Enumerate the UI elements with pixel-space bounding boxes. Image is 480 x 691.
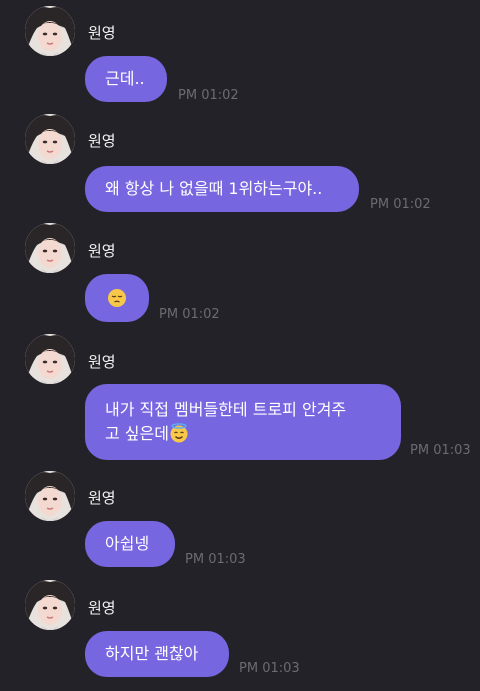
- sender-name: 원영: [88, 489, 116, 507]
- avatar[interactable]: [25, 223, 75, 273]
- message-bubble[interactable]: [85, 274, 149, 322]
- message-time: PM 01:02: [159, 307, 220, 322]
- message-text: 하지만 괜찮아: [105, 644, 199, 663]
- avatar[interactable]: [25, 6, 75, 56]
- pensive-face-icon: [108, 289, 126, 307]
- sender-name: 원영: [88, 242, 116, 260]
- message-text: 근데..: [105, 69, 145, 88]
- message-text: 내가 직접 멤버들한테 트로피 안겨주 고 싶은데: [105, 400, 347, 443]
- sender-name: 원영: [88, 24, 116, 42]
- message-bubble[interactable]: 내가 직접 멤버들한테 트로피 안겨주 고 싶은데: [85, 384, 401, 460]
- message-time: PM 01:03: [239, 661, 300, 676]
- avatar[interactable]: [25, 580, 75, 630]
- message-bubble[interactable]: 근데..: [85, 56, 167, 102]
- message-time: PM 01:02: [370, 197, 431, 212]
- sender-name: 원영: [88, 599, 116, 617]
- message-text: 왜 항상 나 없을때 1위하는구야..: [105, 179, 323, 198]
- message-bubble[interactable]: 왜 항상 나 없을때 1위하는구야..: [85, 166, 359, 212]
- message-text: 아쉽넹: [105, 534, 150, 553]
- smiling-face-with-halo-icon: [170, 423, 188, 443]
- message-time: PM 01:02: [178, 88, 239, 103]
- sender-name: 원영: [88, 132, 116, 150]
- message-time: PM 01:03: [185, 552, 246, 567]
- avatar[interactable]: [25, 114, 75, 164]
- message-time: PM 01:03: [410, 443, 471, 458]
- message-bubble[interactable]: 하지만 괜찮아: [85, 631, 229, 677]
- message-bubble[interactable]: 아쉽넹: [85, 521, 175, 567]
- avatar[interactable]: [25, 471, 75, 521]
- avatar[interactable]: [25, 334, 75, 384]
- sender-name: 원영: [88, 353, 116, 371]
